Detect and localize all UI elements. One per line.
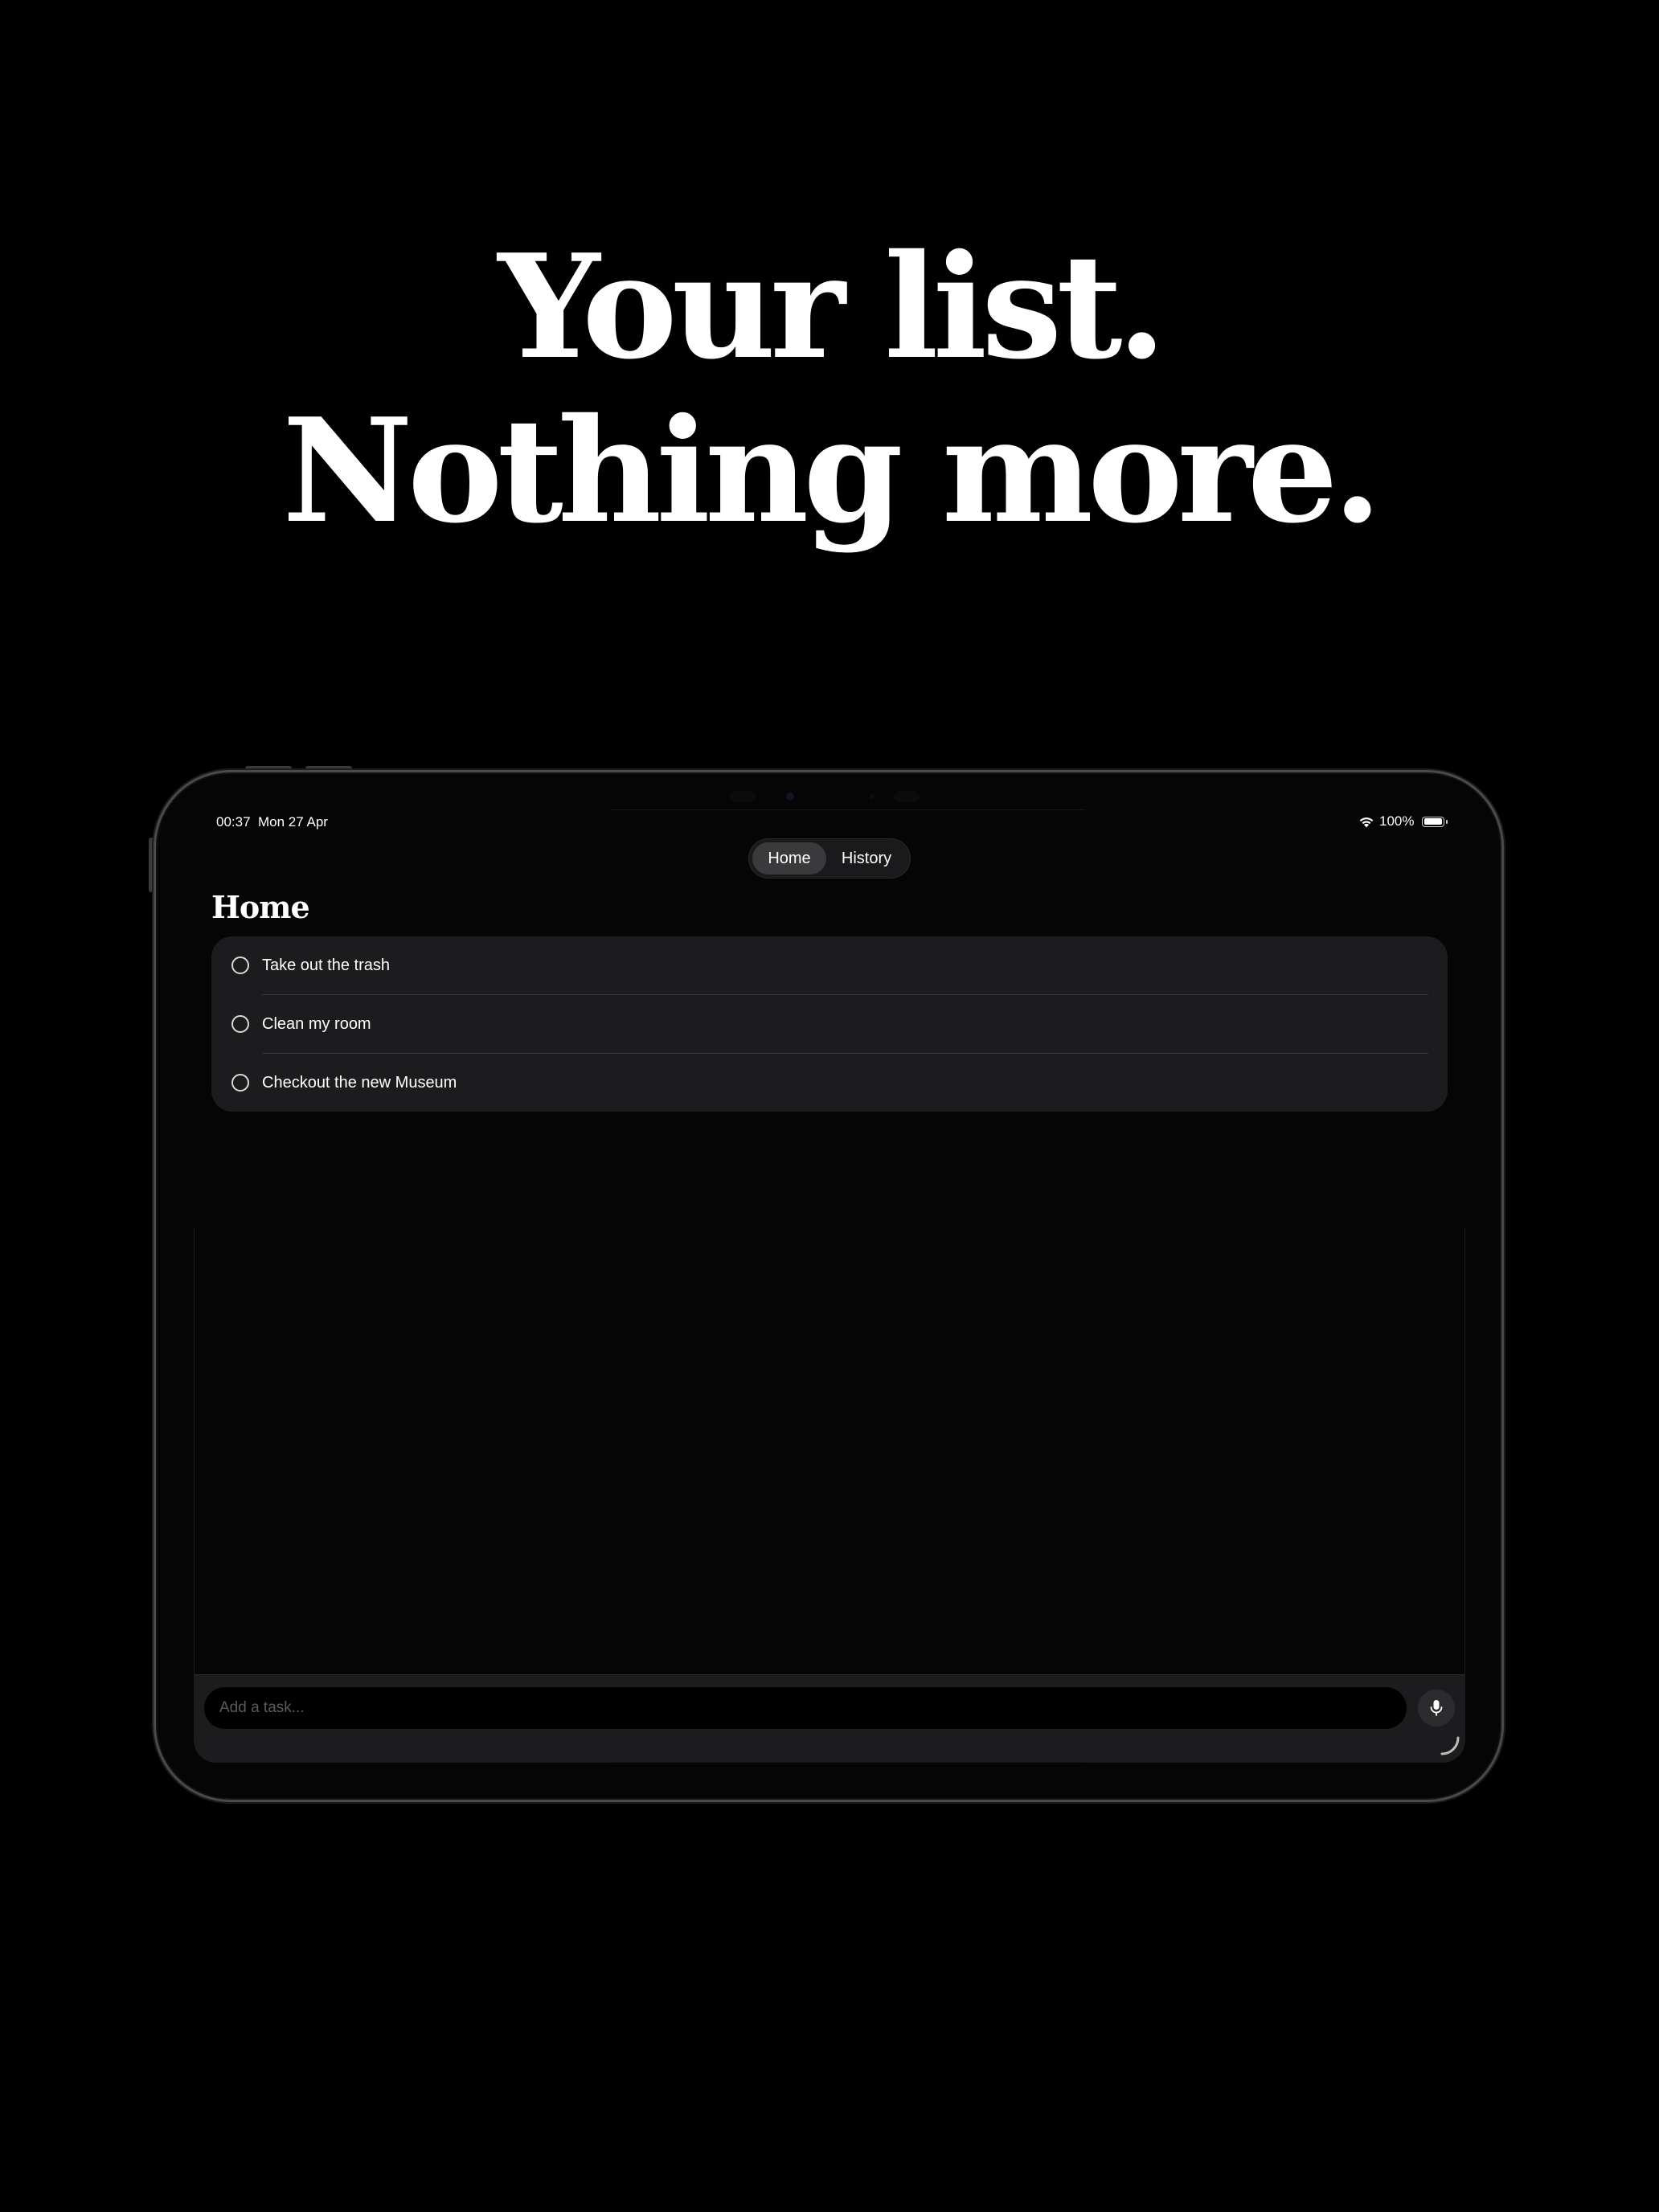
status-indicators: 100% [1358,813,1448,830]
resize-handle-icon[interactable] [1440,1736,1460,1755]
status-time: 00:37 [216,814,251,830]
window-edge [194,1228,195,1678]
checkbox-circle-icon[interactable] [231,1015,249,1033]
checkbox-circle-icon[interactable] [231,956,249,974]
tab-home[interactable]: Home [752,842,826,875]
headline-line-2: Nothing more. [282,387,1382,555]
microphone-icon [1430,1700,1443,1716]
battery-fill [1423,818,1442,825]
task-list: Take out the trash Clean my room Checkou… [211,936,1448,1112]
task-item[interactable]: Clean my room [211,995,1448,1053]
page-title: Home [211,889,310,925]
task-item[interactable]: Take out the trash [211,936,1448,994]
task-item[interactable]: Checkout the new Museum [211,1054,1448,1112]
battery-icon [1422,816,1448,827]
window-edge [1464,1228,1465,1678]
status-date: Mon 27 Apr [258,814,328,830]
task-label: Checkout the new Museum [262,1073,457,1092]
wifi-icon [1359,817,1374,827]
camera-icon [786,793,794,801]
composer-bar [194,1674,1465,1763]
sensor-icon [894,791,920,802]
view-switcher: Home History [748,838,911,879]
checkbox-circle-icon[interactable] [231,1074,249,1092]
headline-line-1: Your list. [498,223,1166,391]
status-datetime: 00:37 Mon 27 Apr [216,814,328,830]
task-label: Take out the trash [262,956,390,974]
microphone-button[interactable] [1418,1690,1455,1727]
tablet-frame [154,770,1504,1802]
battery-percent: 100% [1379,813,1415,829]
home-indicator [611,1762,1085,1763]
camera-housing [611,784,1085,810]
sensor-icon [730,791,756,802]
add-task-input[interactable] [204,1687,1407,1729]
task-label: Clean my room [262,1014,371,1033]
tab-history[interactable]: History [826,842,907,875]
sensor-icon [870,794,875,799]
marketing-headline: Your list. Nothing more. [0,225,1659,553]
